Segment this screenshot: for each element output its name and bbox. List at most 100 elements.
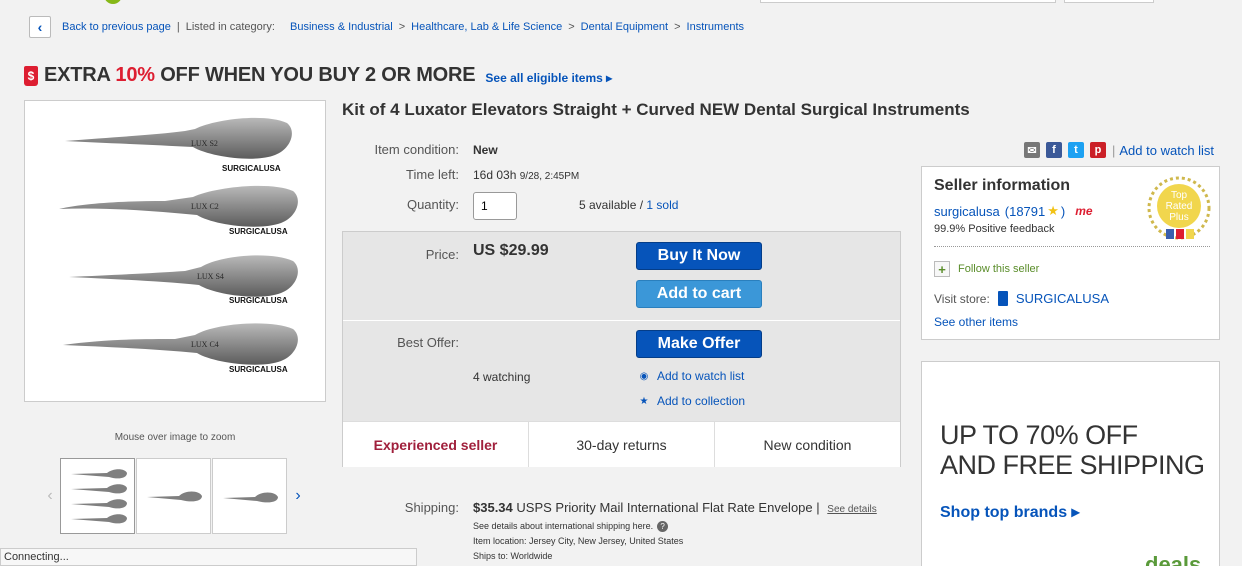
back-to-previous-link[interactable]: Back to previous page	[62, 21, 171, 33]
intl-shipping-note[interactable]: See details about international shipping…	[473, 521, 653, 531]
share-row: ✉ f t p | Add to watch list	[1024, 142, 1214, 158]
top-strip	[0, 0, 1242, 6]
ships-to-value: Worldwide	[510, 551, 553, 561]
time-left-date: 9/28, 2:45PM	[519, 171, 580, 182]
shipping-details: $35.34 USPS Priority Mail International …	[473, 500, 877, 564]
facebook-icon[interactable]: f	[1046, 142, 1062, 158]
brand-label: SURGICALUSA	[229, 365, 288, 374]
instrument: LUX C2 SURGICALUSA	[59, 185, 298, 236]
divider	[934, 246, 1210, 247]
condition-label: Item condition:	[374, 142, 459, 157]
add-to-collection-link[interactable]: ★ Add to collection	[637, 394, 746, 408]
quantity-input[interactable]	[473, 192, 517, 220]
buy-it-now-button[interactable]: Buy It Now	[636, 242, 762, 270]
add-to-cart-button[interactable]: Add to cart	[636, 280, 762, 308]
twitter-icon[interactable]: t	[1068, 142, 1084, 158]
buy-box: Price: US $29.99 Buy It Now Add to cart …	[342, 231, 901, 467]
seller-name-row: surgicalusa (18791 ★ ) me	[934, 203, 1093, 219]
shop-top-brands-link[interactable]: Shop top brands ▸	[940, 502, 1080, 522]
breadcrumb-category[interactable]: Dental Equipment	[581, 21, 668, 33]
thumbnail-image	[70, 469, 127, 524]
sold-link[interactable]: 1 sold	[646, 198, 678, 212]
ships-to-label: Ships to:	[473, 551, 509, 561]
follow-seller-button[interactable]: + Follow this seller	[934, 261, 1039, 277]
add-to-watch-list-link[interactable]: ◉ Add to watch list	[637, 369, 745, 383]
time-left-label: Time left:	[406, 167, 459, 182]
brand-label: SURGICALUSA	[229, 296, 288, 305]
item-location: Jersey City, New Jersey, United States	[529, 536, 684, 546]
time-left-duration: 16d 03h	[473, 168, 517, 182]
quantity-label: Quantity:	[406, 197, 459, 212]
shipping-method: USPS Priority Mail International Flat Ra…	[516, 500, 813, 515]
feedback-star-icon: ★	[1047, 203, 1059, 218]
see-other-items-link[interactable]: See other items	[934, 315, 1018, 329]
returns-badge: 30-day returns	[529, 422, 715, 467]
back-button[interactable]: ‹	[29, 16, 51, 38]
email-icon[interactable]: ✉	[1024, 142, 1040, 158]
help-icon[interactable]: ?	[657, 521, 669, 532]
add-watch-label: Add to watch list	[657, 369, 745, 383]
see-eligible-items-link[interactable]: See all eligible items ▸	[485, 71, 612, 85]
shipping-separator: |	[816, 500, 820, 515]
search-input-edge[interactable]	[760, 0, 1056, 3]
instrument: LUX S2 SURGICALUSA	[65, 117, 292, 173]
condition-badge: New condition	[763, 436, 852, 453]
best-offer-label: Best Offer:	[397, 335, 459, 350]
breadcrumb-category[interactable]: Instruments	[687, 21, 744, 33]
make-offer-button[interactable]: Make Offer	[636, 330, 762, 358]
thumbnail-image	[146, 491, 202, 502]
thumbnail-strip: ‹ ›	[40, 458, 308, 534]
pinterest-icon[interactable]: p	[1090, 142, 1106, 158]
store-link[interactable]: SURGICALUSA	[1016, 291, 1109, 306]
shipping-notes: See details about international shipping…	[473, 519, 877, 564]
breadcrumb: ‹ Back to previous page | Listed in cate…	[29, 16, 744, 38]
ad-headline-prefix: UP TO	[940, 420, 1026, 450]
luxator-instruments-image: LUX S2 SURGICALUSA LUX C2 SURGICALUSA LU…	[59, 117, 298, 374]
add-collection-label: Add to collection	[657, 394, 746, 408]
main-product-image[interactable]: LUX S2 SURGICALUSA LUX C2 SURGICALUSA LU…	[24, 100, 326, 402]
breadcrumb-category[interactable]: Business & Industrial	[290, 21, 393, 33]
divider	[343, 320, 900, 321]
shipping-label: Shipping:	[404, 500, 459, 515]
instrument-label: LUX S2	[191, 139, 218, 148]
breadcrumb-chevron: >	[674, 21, 681, 33]
time-left-value: 16d 03h 9/28, 2:45PM	[473, 168, 579, 182]
add-to-watch-list-link[interactable]: Add to watch list	[1119, 143, 1214, 158]
promo-text-before: EXTRA	[44, 64, 116, 86]
instrument: LUX S4 SURGICALUSA	[69, 255, 298, 305]
promo-text-after: OFF WHEN YOU BUY 2 OR MORE	[154, 64, 476, 86]
store-icon	[997, 291, 1008, 306]
ad-subheadline: AND FREE SHIPPING	[940, 450, 1205, 480]
feedback-score[interactable]: (18791	[1005, 204, 1045, 219]
thumbnail[interactable]	[212, 458, 287, 534]
me-badge-icon[interactable]: me	[1075, 204, 1092, 218]
price-value: US $29.99	[473, 242, 549, 259]
search-button-edge[interactable]	[1064, 0, 1154, 3]
thumbnail[interactable]	[60, 458, 135, 534]
logo-fragment[interactable]	[104, 0, 122, 4]
advertisement[interactable]: UP TO 70% OFF AND FREE SHIPPING Shop top…	[921, 361, 1220, 566]
plus-icon: +	[934, 261, 950, 277]
positive-feedback: 99.9% Positive feedback	[934, 223, 1055, 235]
see-shipping-details-link[interactable]: See details	[827, 504, 876, 515]
star-icon: ★	[639, 395, 649, 407]
breadcrumb-category[interactable]: Healthcare, Lab & Life Science	[411, 21, 562, 33]
thumbnail-prev-button[interactable]: ‹	[40, 487, 60, 505]
top-rated-plus-badge-icon: Top Rated Plus	[1147, 176, 1211, 240]
trust-badges: Experienced seller 30-day returns New co…	[343, 421, 900, 467]
instrument-label: LUX C4	[191, 340, 219, 349]
zoom-hint: Mouse over image to zoom	[114, 432, 236, 443]
promo-text: EXTRA 10% OFF WHEN YOU BUY 2 OR MORE	[44, 64, 476, 87]
visit-store-row: Visit store: SURGICALUSA	[934, 291, 1109, 306]
item-location-label: Item location:	[473, 536, 527, 546]
brand-label: SURGICALUSA	[229, 227, 288, 236]
seller-name-link[interactable]: surgicalusa	[934, 204, 1000, 219]
condition-value: New	[473, 143, 498, 157]
thumbnail[interactable]	[136, 458, 211, 534]
instrument: LUX C4 SURGICALUSA	[63, 323, 298, 374]
breadcrumb-divider: |	[176, 21, 180, 33]
breadcrumb-chevron: >	[568, 21, 575, 33]
shipping-price: $35.34	[473, 500, 513, 515]
breadcrumb-chevron: >	[398, 21, 406, 33]
thumbnail-next-button[interactable]: ›	[288, 487, 308, 505]
